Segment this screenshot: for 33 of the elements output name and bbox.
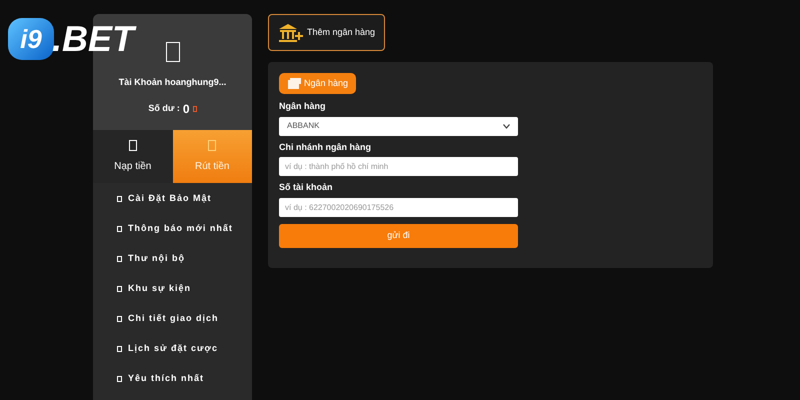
text-field[interactable]: ví dụ : 6227002020690175526: [279, 198, 518, 216]
square-icon: [208, 140, 216, 150]
square-icon: [166, 42, 180, 62]
menu-item[interactable]: Thông báo mới nhất: [117, 221, 252, 237]
menu-item[interactable]: Lịch sử đặt cược: [117, 341, 252, 357]
menu-item[interactable]: Thư nội bộ: [117, 251, 252, 267]
square-icon: [117, 196, 122, 202]
square-icon: [117, 316, 122, 322]
menu-item[interactable]: Chi tiết giao dịch: [117, 311, 252, 327]
menu-item[interactable]: Yêu thích nhất: [117, 371, 252, 387]
card-stack-icon: [287, 78, 301, 89]
chevron-down-icon: [503, 124, 510, 128]
balance-value: 0: [182, 100, 190, 118]
bank-select[interactable]: ABBANK: [279, 116, 518, 136]
menu-item[interactable]: Khu sự kiện: [117, 281, 252, 297]
square-icon: [117, 346, 122, 352]
add-bank-button[interactable]: Thêm ngân hàng: [268, 14, 385, 51]
square-icon: [128, 140, 137, 150]
square-icon: [117, 256, 122, 262]
square-icon: [117, 226, 122, 232]
menu-item[interactable]: Cài Đặt Bảo Mật: [117, 191, 252, 207]
bank-icon: [278, 22, 304, 42]
field-label: Ngân hàng: [279, 100, 326, 113]
field-label: Số tài khoản: [279, 181, 334, 194]
account-name: Tài Khoản hoanghung9...: [118, 76, 226, 89]
square-icon: [192, 106, 197, 112]
action-tab[interactable]: Nạp tiền: [93, 130, 172, 183]
field-label: Chi nhánh ngân hàng: [279, 140, 372, 154]
text-field[interactable]: ví dụ : thành phố hồ chí minh: [279, 157, 518, 176]
balance-label: Số dư :: [148, 102, 180, 115]
square-icon: [117, 376, 122, 382]
logo-mark: i9: [8, 18, 54, 60]
square-icon: [117, 286, 122, 292]
